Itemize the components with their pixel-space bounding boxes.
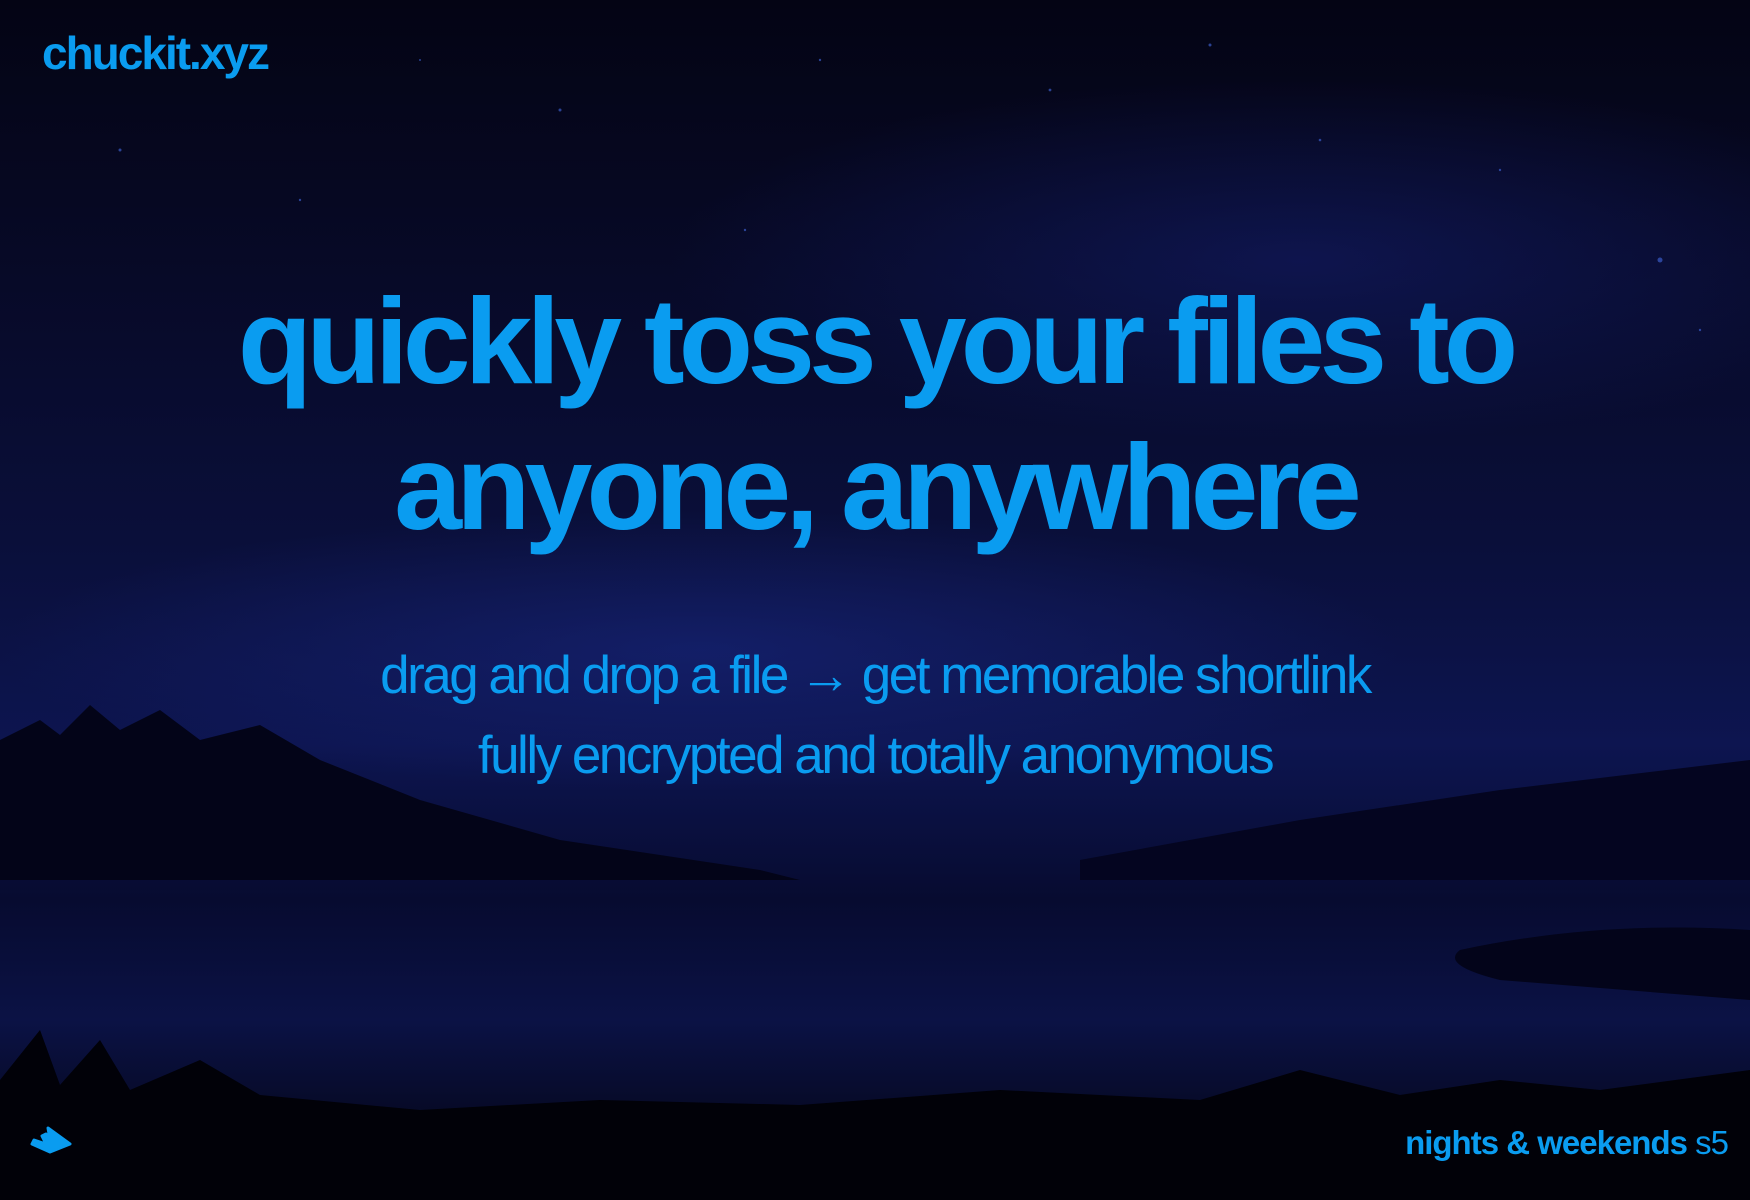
subtitle-line-1: drag and drop a file → get memorable sho… [380,646,1372,705]
headline-line-2: anyone, anywhere [394,419,1362,555]
footer-label: nights & weekends [1405,1124,1688,1161]
headline-line-1: quickly toss your files to [237,273,1518,409]
subtitle-line-2: fully encrypted and totally anonymous [477,726,1275,785]
nights-weekends-badge: nights & weekends s5 [1405,1124,1729,1162]
landscape-silhouette [0,43,1750,1200]
chuckit-brand-icon [30,1126,72,1154]
footer-season: s5 [1695,1124,1729,1161]
hero-subtitle: drag and drop a file → get memorable sho… [0,636,1750,796]
site-logo[interactable]: chuckit.xyz [42,26,270,80]
hero-headline: quickly toss your files to anyone, anywh… [0,268,1750,560]
